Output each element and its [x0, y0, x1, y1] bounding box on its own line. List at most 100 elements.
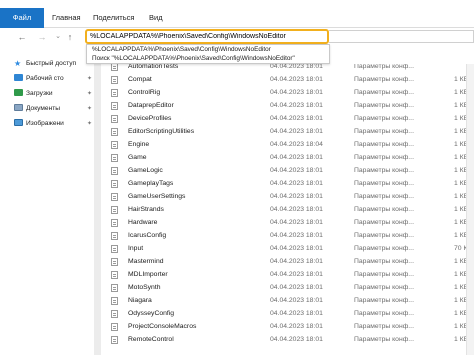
desktop-icon [14, 74, 23, 81]
file-type: Параметры конф... [354, 102, 414, 109]
file-type: Параметры конф... [354, 141, 414, 148]
sidebar-item-label: Рабочий сто [26, 75, 64, 82]
file-row[interactable]: Hardware 04.04.2023 18:01 Параметры конф..… [104, 217, 466, 229]
config-file-icon [111, 154, 118, 162]
file-row[interactable]: MotoSynth 04.04.2023 18:01 Параметры конф.… [104, 282, 466, 294]
file-type: Параметры конф... [354, 336, 414, 343]
file-row[interactable]: Game 04.04.2023 18:01 Параметры конф... 1 К… [104, 152, 466, 164]
address-input[interactable] [85, 29, 329, 44]
file-date: 04.04.2023 18:01 [270, 167, 323, 174]
sidebar-item-quick-access[interactable]: ★ Быстрый доступ [14, 58, 94, 70]
file-date: 04.04.2023 18:01 [270, 271, 323, 278]
file-row[interactable]: DataprepEditor 04.04.2023 18:01 Параметры … [104, 100, 466, 112]
file-type: Параметры конф... [354, 128, 414, 135]
file-row[interactable]: GameLogic 04.04.2023 18:01 Параметры конф.… [104, 165, 466, 177]
file-row[interactable]: Engine 04.04.2023 18:04 Параметры конф... 1… [104, 139, 466, 151]
address-suggestions: %LOCALAPPDATA%\Phoenix\Saved\Config\Wind… [86, 44, 330, 64]
file-row[interactable]: AutomationTests 04.04.2023 18:01 Параметры… [104, 64, 466, 73]
file-row[interactable]: Niagara 04.04.2023 18:01 Параметры конф...… [104, 295, 466, 307]
ribbon: Файл Главная Поделиться Вид [0, 0, 474, 28]
file-type: Параметры конф... [354, 154, 414, 161]
file-row[interactable]: Compat 04.04.2023 18:01 Параметры конф... 1… [104, 74, 466, 86]
file-row[interactable]: IcarusConfig 04.04.2023 18:01 Параметры ко… [104, 230, 466, 242]
file-name: MDLImporter [128, 271, 168, 278]
file-date: 04.04.2023 18:01 [270, 154, 323, 161]
tab-share[interactable]: Поделиться [93, 10, 134, 26]
config-file-icon [111, 258, 118, 266]
up-arrow-icon[interactable]: ↑ [64, 31, 76, 43]
star-icon: ★ [14, 59, 22, 68]
file-name: Mastermind [128, 258, 164, 265]
forward-arrow-icon[interactable]: → [36, 31, 48, 43]
file-row[interactable]: Mastermind 04.04.2023 18:01 Параметры конф… [104, 256, 466, 268]
suggestion-path[interactable]: %LOCALAPPDATA%\Phoenix\Saved\Config\Wind… [87, 45, 329, 54]
file-date: 04.04.2023 18:01 [270, 245, 323, 252]
file-name: AutomationTests [128, 64, 179, 70]
file-type: Параметры конф... [354, 167, 414, 174]
file-size: 1 КБ [454, 89, 466, 96]
file-type: Параметры конф... [354, 76, 414, 83]
sidebar-item-label: Загрузки [26, 90, 53, 97]
file-row[interactable]: ControlRig 04.04.2023 18:01 Параметры конф… [104, 87, 466, 99]
config-file-icon [111, 141, 118, 149]
chevron-down-icon[interactable]: ⌄ [52, 31, 64, 43]
file-size: 1 КБ [454, 167, 466, 174]
file-size: 1 КБ [454, 284, 466, 291]
back-arrow-icon[interactable]: ← [16, 31, 28, 43]
file-list: AutomationTests 04.04.2023 18:01 Параметры… [104, 64, 466, 355]
config-file-icon [111, 206, 118, 214]
config-file-icon [111, 310, 118, 318]
address-bar-extension [329, 30, 474, 43]
sidebar-item-label: Изображени [26, 120, 64, 127]
file-date: 04.04.2023 18:01 [270, 102, 323, 109]
file-date: 04.04.2023 18:01 [270, 89, 323, 96]
file-date: 04.04.2023 18:01 [270, 284, 323, 291]
file-row[interactable]: GameUserSettings 04.04.2023 18:01 Параметр… [104, 191, 466, 203]
tab-file[interactable]: Файл [0, 8, 44, 28]
sidebar-item-desktop[interactable]: Рабочий сто ✦ [14, 73, 94, 85]
file-size: 1 КБ [454, 310, 466, 317]
tab-home[interactable]: Главная [52, 10, 81, 26]
file-date: 04.04.2023 18:01 [270, 297, 323, 304]
file-row[interactable]: RemoteControl 04.04.2023 18:01 Параметры к… [104, 334, 466, 346]
file-date: 04.04.2023 18:01 [270, 64, 323, 70]
file-name: Hardware [128, 219, 158, 226]
file-type: Параметры конф... [354, 193, 414, 200]
file-row[interactable]: HairStrands 04.04.2023 18:01 Параметры кон… [104, 204, 466, 216]
file-row[interactable]: OdysseyConfig 04.04.2023 18:01 Параметры к… [104, 308, 466, 320]
file-type: Параметры конф... [354, 89, 414, 96]
file-size: 70 КБ [454, 245, 466, 252]
config-file-icon [111, 232, 118, 240]
file-row[interactable]: DeviceProfiles 04.04.2023 18:01 Параметры … [104, 113, 466, 125]
pin-icon: ✦ [86, 76, 92, 82]
vertical-scrollbar[interactable] [466, 64, 474, 355]
file-size: 1 КБ [454, 297, 466, 304]
file-row[interactable]: GameplayTags 04.04.2023 18:01 Параметры ко… [104, 178, 466, 190]
file-date: 04.04.2023 18:01 [270, 180, 323, 187]
suggestion-search[interactable]: Поиск "%LOCALAPPDATA%\Phoenix\Saved\Conf… [87, 54, 329, 63]
file-type: Параметры конф... [354, 115, 414, 122]
file-name: GameplayTags [128, 180, 174, 187]
file-date: 04.04.2023 18:01 [270, 258, 323, 265]
pane-divider[interactable] [94, 64, 101, 355]
file-name: RemoteControl [128, 336, 174, 343]
tab-view[interactable]: Вид [149, 10, 163, 26]
file-row[interactable]: MDLImporter 04.04.2023 18:01 Параметры кон… [104, 269, 466, 281]
file-row[interactable]: Input 04.04.2023 18:01 Параметры конф... 70… [104, 243, 466, 255]
sidebar-item-downloads[interactable]: Загрузки ✦ [14, 88, 94, 100]
file-size: 1 КБ [454, 206, 466, 213]
file-date: 04.04.2023 18:01 [270, 310, 323, 317]
config-file-icon [111, 167, 118, 175]
file-size: 1 КБ [454, 154, 466, 161]
file-row[interactable]: ProjectConsoleMacros 04.04.2023 18:01 Пара… [104, 321, 466, 333]
file-row[interactable]: EditorScriptingUtilities 04.04.2023 18:01… [104, 126, 466, 138]
file-size: 1 КБ [454, 219, 466, 226]
sidebar-item-documents[interactable]: Документы ✦ [14, 103, 94, 115]
file-size: 1 КБ [454, 336, 466, 343]
file-date: 04.04.2023 18:01 [270, 206, 323, 213]
config-file-icon [111, 180, 118, 188]
file-size: 1 КБ [454, 258, 466, 265]
file-type: Параметры конф... [354, 323, 414, 330]
file-type: Параметры конф... [354, 258, 414, 265]
sidebar-item-pictures[interactable]: Изображени ✦ [14, 118, 94, 130]
